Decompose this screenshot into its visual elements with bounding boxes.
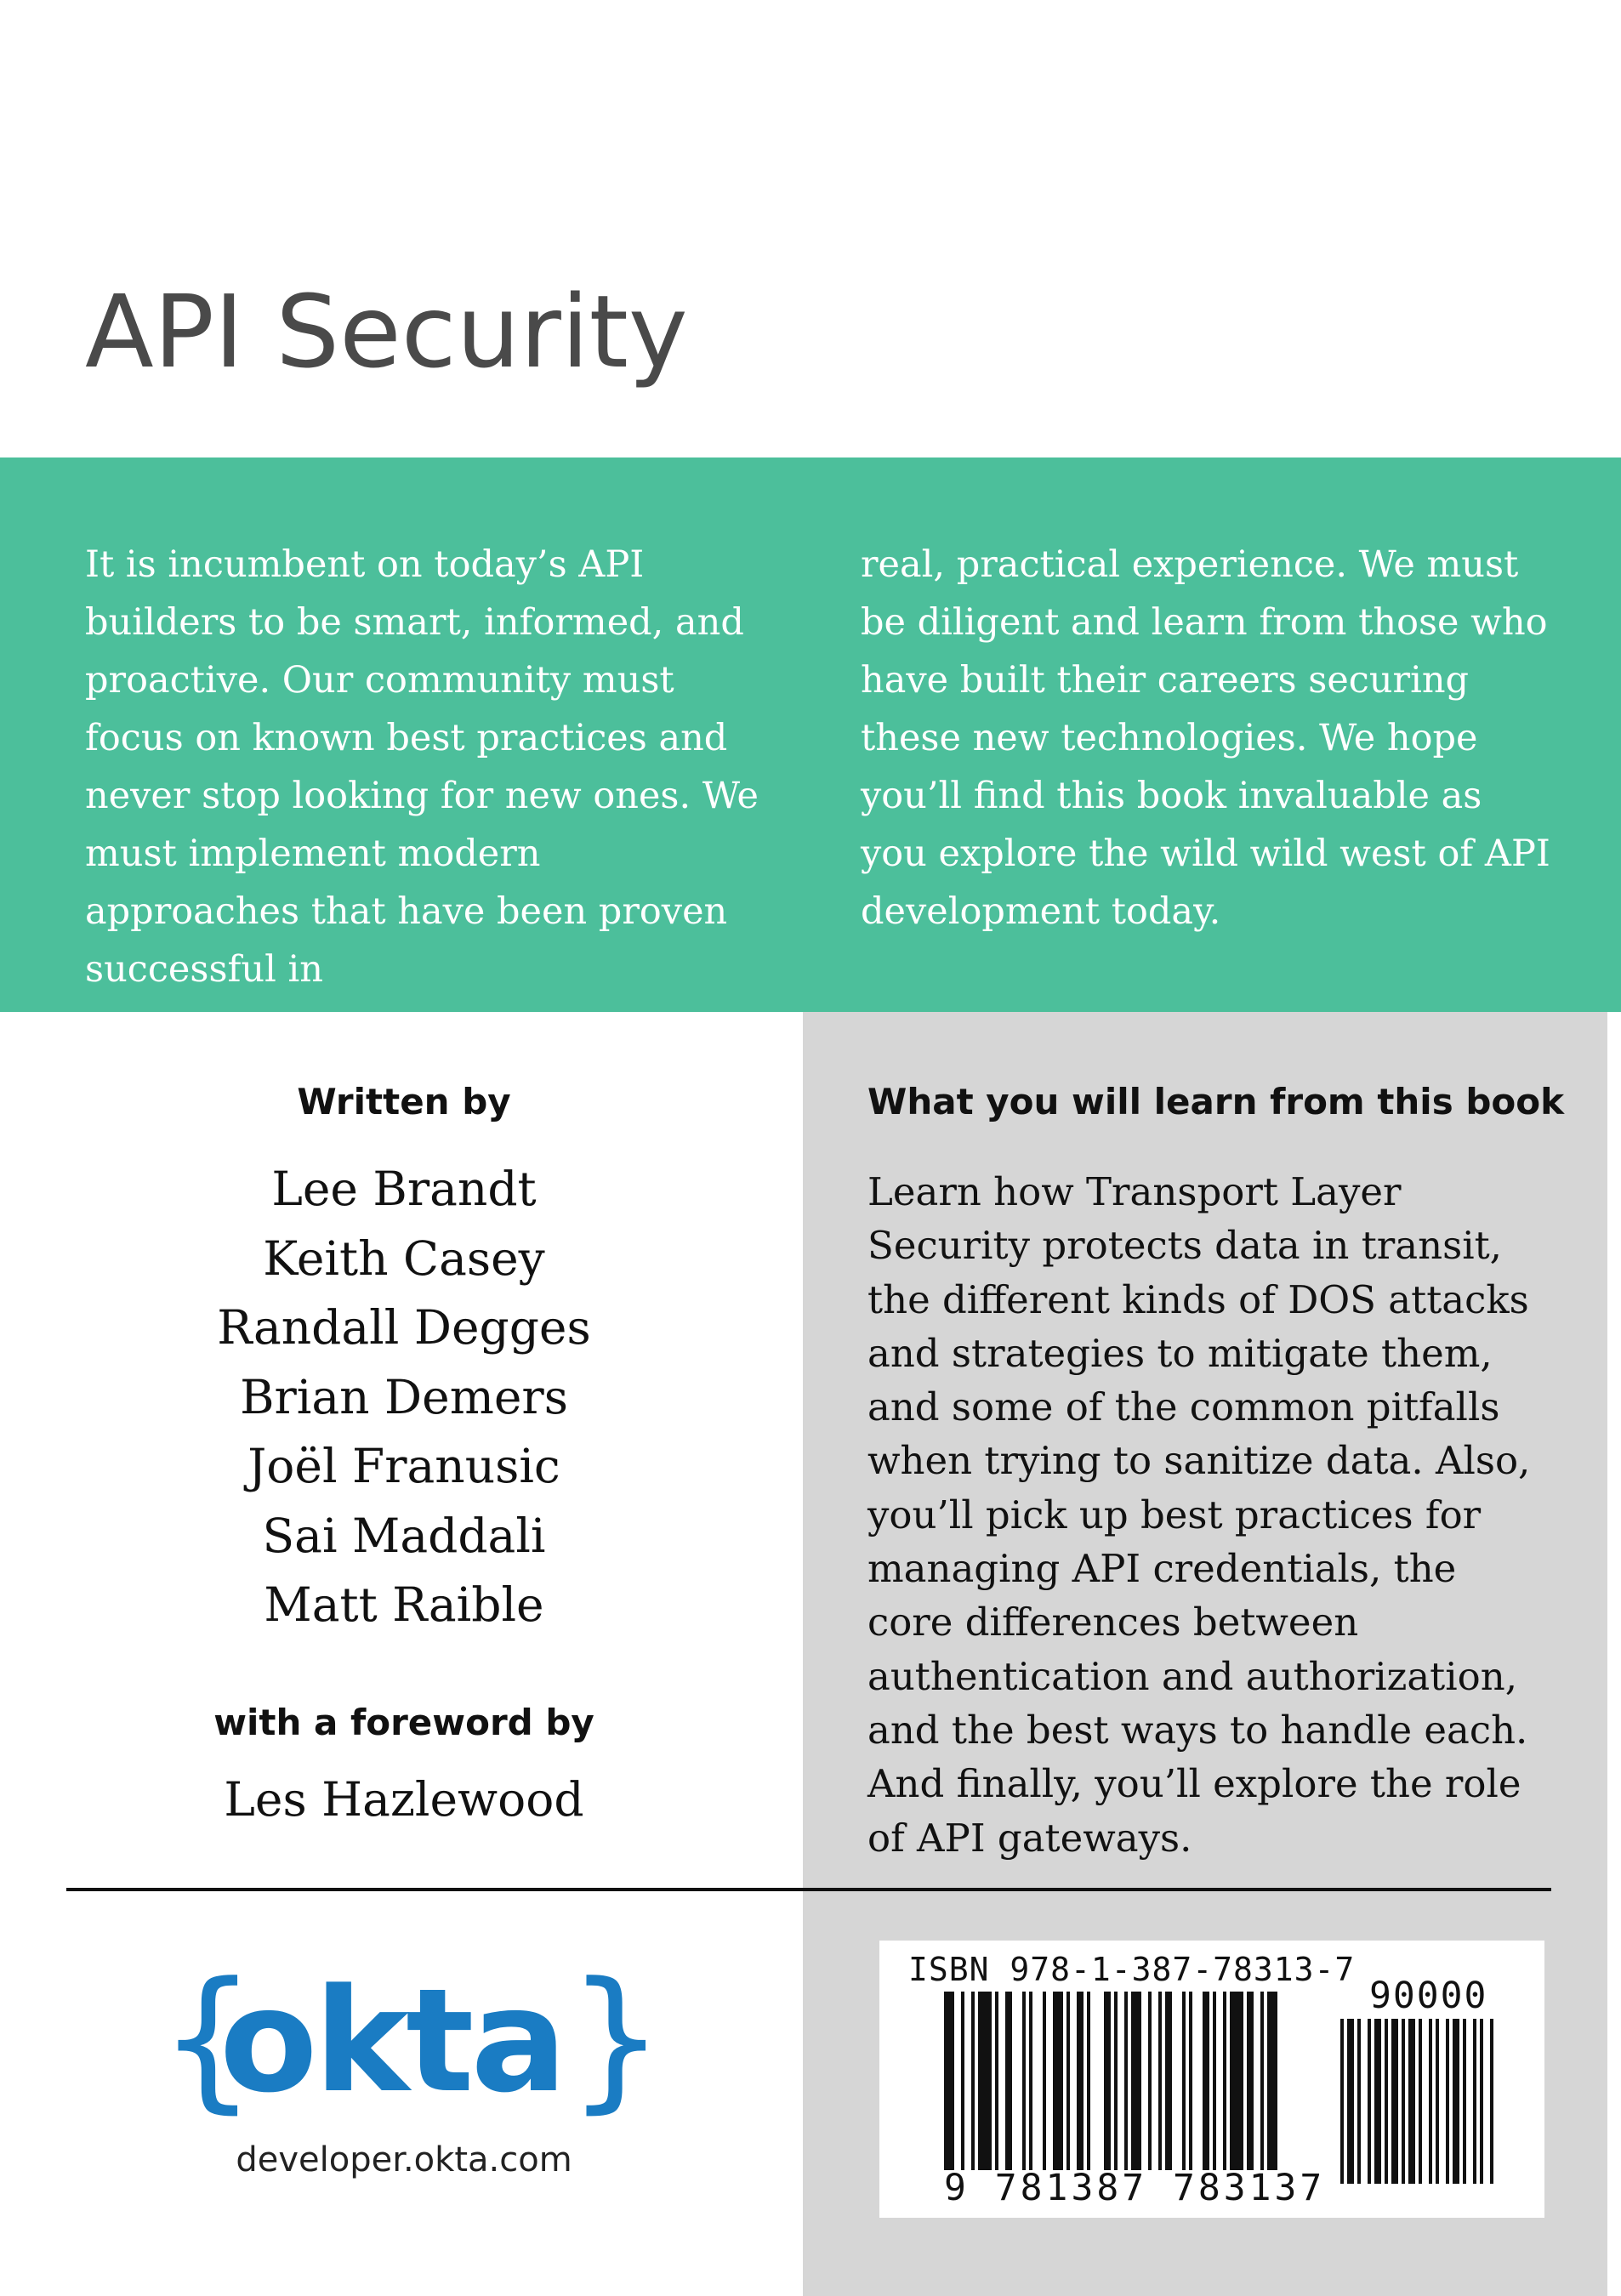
written-by-heading: Written by	[297, 1081, 511, 1122]
barcode-digits: 9 781387 783137	[944, 2167, 1326, 2209]
okta-logo: { okta }	[159, 1947, 665, 2134]
developer-site: developer.okta.com	[236, 2140, 572, 2179]
foreword-author-name: Les Hazlewood	[224, 1772, 584, 1827]
footer-divider	[66, 1888, 1551, 1891]
author-name: Randall Degges	[217, 1300, 591, 1355]
author-name: Lee Brandt	[271, 1162, 537, 1216]
isbn-barcode: ISBN 978-1-387-78313-7 90000 9 781387 78…	[879, 1941, 1544, 2218]
learn-heading: What you will learn from this book	[867, 1081, 1565, 1122]
logo-close-brace: }	[567, 1950, 665, 2128]
foreword-heading: with a foreword by	[213, 1702, 594, 1743]
summary-left-column: It is incumbent on today’s API builders …	[85, 543, 759, 991]
author-name: Matt Raible	[264, 1577, 544, 1632]
author-list: Lee Brandt Keith Casey Randall Degges Br…	[0, 1155, 808, 1640]
summary-right-column: real, practical experience. We must be d…	[861, 543, 1550, 933]
author-name: Sai Maddali	[262, 1508, 546, 1563]
logo-wordmark: okta	[219, 1958, 567, 2124]
learn-description: Learn how Transport Layer Security prote…	[867, 1169, 1531, 1861]
author-name: Brian Demers	[240, 1369, 568, 1424]
author-name: Keith Casey	[263, 1230, 545, 1286]
book-title: API Security	[85, 273, 688, 390]
barcode-addon-digits: 90000	[1369, 1975, 1488, 2017]
author-name: Joël Franusic	[247, 1439, 560, 1493]
isbn-label: ISBN 978-1-387-78313-7	[908, 1951, 1356, 1988]
